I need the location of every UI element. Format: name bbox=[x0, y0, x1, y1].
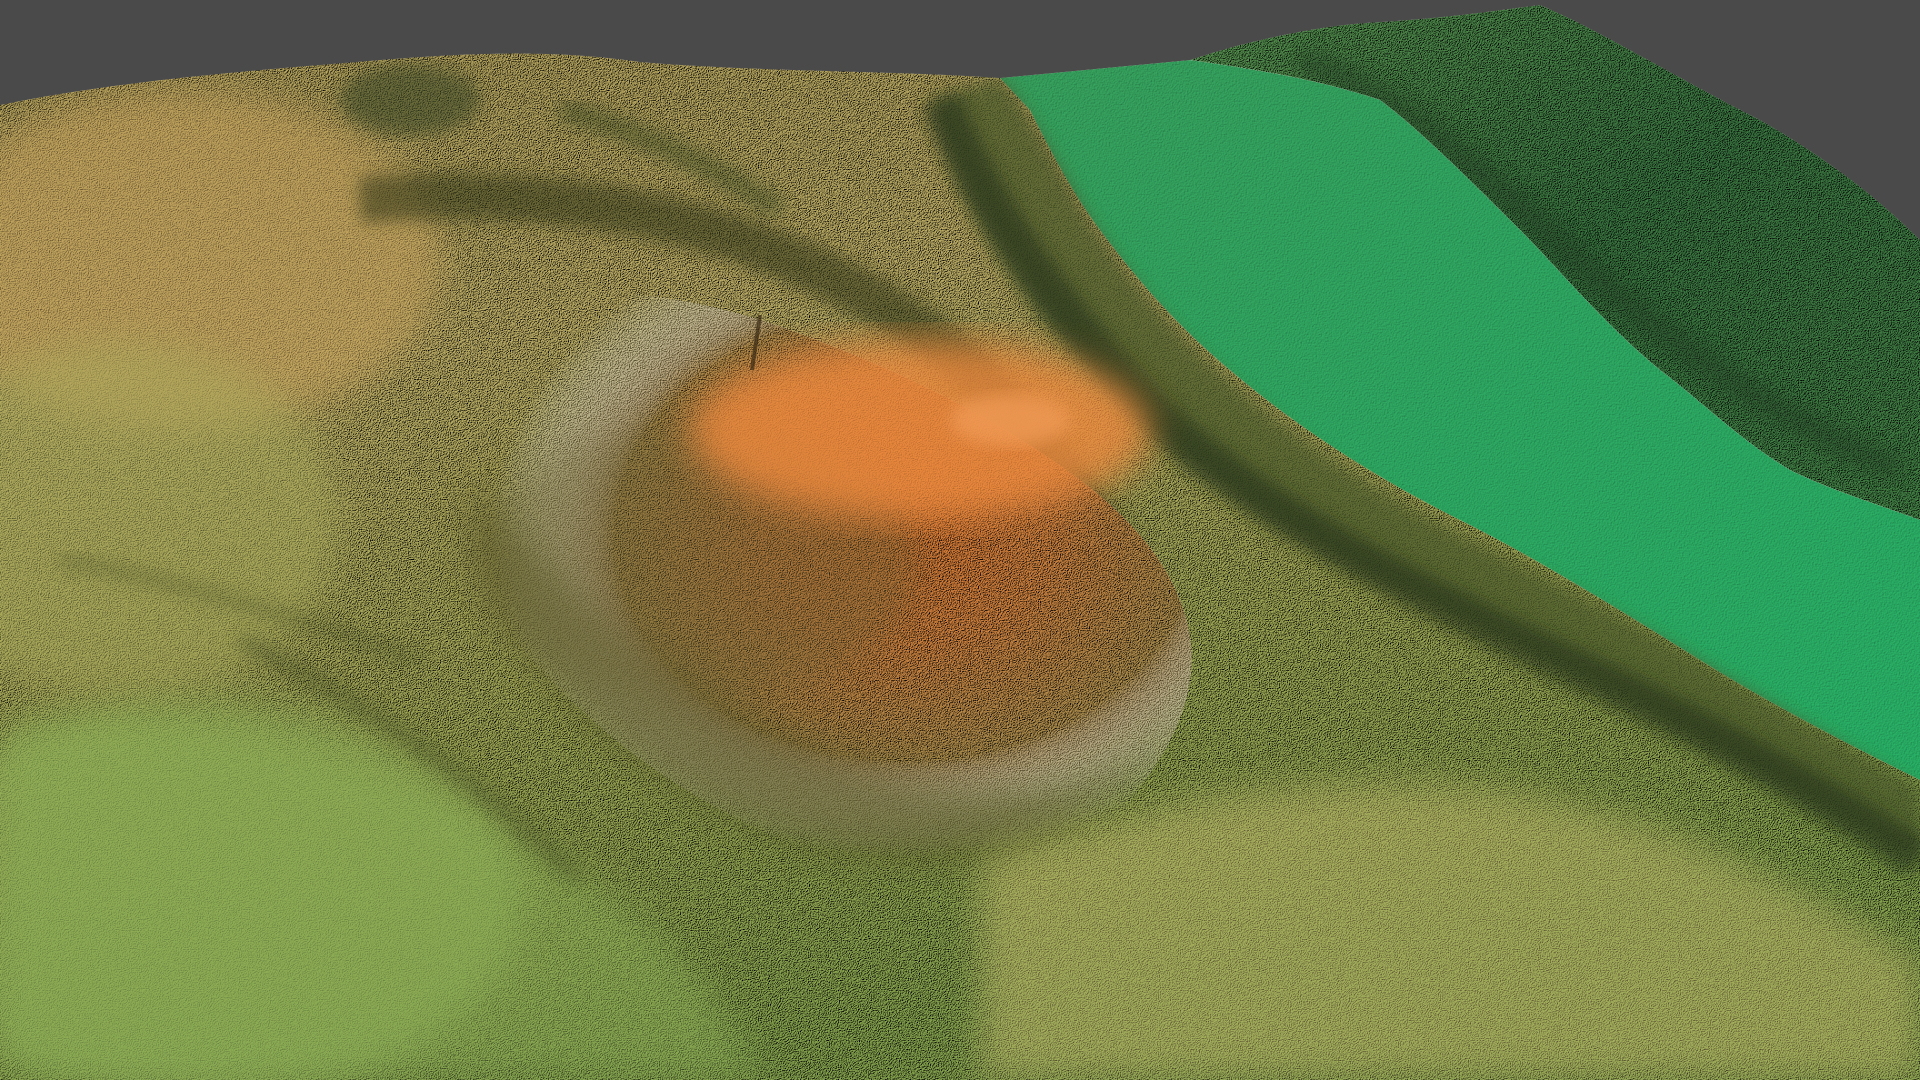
map-viewport[interactable] bbox=[0, 0, 1920, 1080]
terrain-relief-map[interactable] bbox=[0, 0, 1920, 1080]
